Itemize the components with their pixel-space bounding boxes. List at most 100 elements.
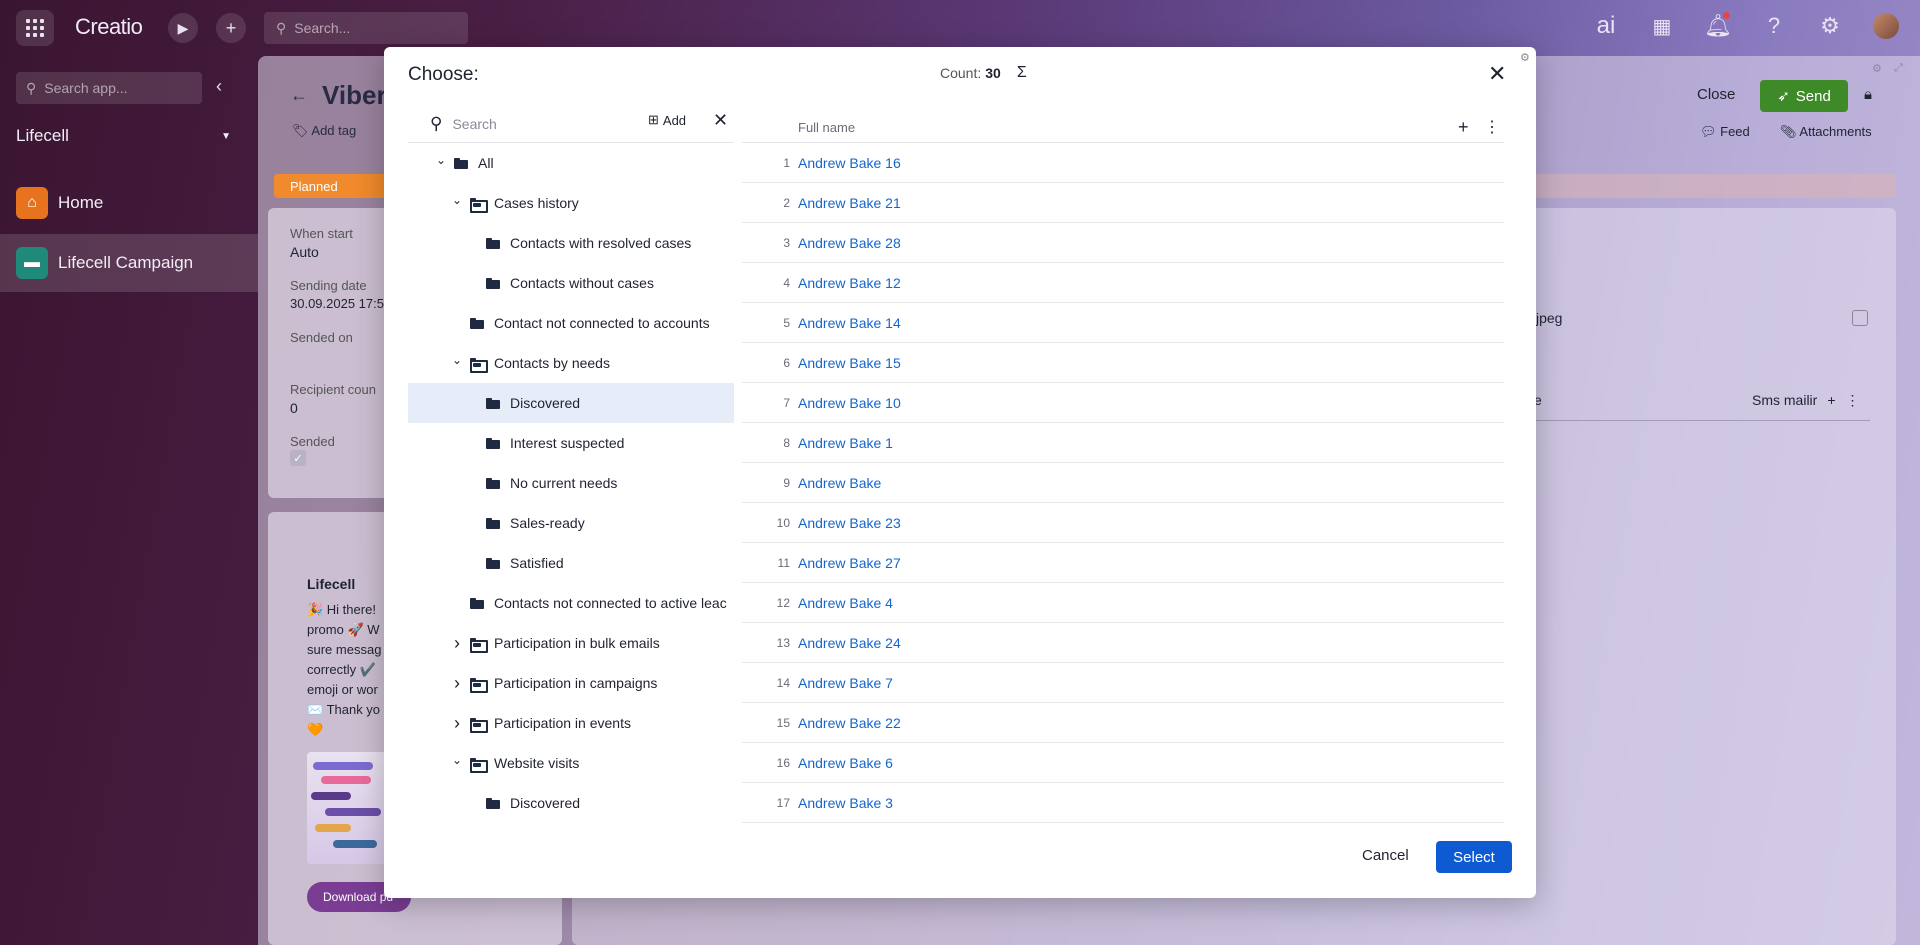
- folder-tree-item[interactable]: Sales-ready: [408, 503, 734, 543]
- table-row[interactable]: 16 Andrew Bake 6: [742, 743, 1504, 783]
- table-row[interactable]: 3 Andrew Bake 28: [742, 223, 1504, 263]
- column-header-full-name[interactable]: Full name: [798, 120, 855, 135]
- table-row[interactable]: 14 Andrew Bake 7: [742, 663, 1504, 703]
- contact-name-link[interactable]: Andrew Bake 12: [798, 275, 901, 291]
- dialog-settings-icon[interactable]: ⚙: [1520, 51, 1530, 64]
- folder-tree-item[interactable]: Contacts not connected to active leac: [408, 583, 734, 623]
- feed-tab[interactable]: 💬︎ Feed: [1700, 124, 1750, 140]
- chevron-down-icon[interactable]: ⌄: [450, 753, 464, 767]
- back-arrow-icon[interactable]: ←: [290, 85, 308, 106]
- close-folders-icon[interactable]: ✕: [713, 110, 728, 131]
- global-search-input[interactable]: ⚲ Search...: [264, 12, 468, 44]
- send-button[interactable]: ➶ Send: [1760, 80, 1848, 112]
- contact-name-link[interactable]: Andrew Bake 6: [798, 755, 893, 771]
- folder-tree-item[interactable]: Contacts without cases: [408, 263, 734, 303]
- folder-tree-item[interactable]: Contact not connected to accounts: [408, 303, 734, 343]
- lock-icon[interactable]: 🔒︎: [1864, 86, 1872, 103]
- table-row[interactable]: 9 Andrew Bake: [742, 463, 1504, 503]
- table-row[interactable]: 12 Andrew Bake 4: [742, 583, 1504, 623]
- folder-tree-item[interactable]: Interest suspected: [408, 423, 734, 463]
- chevron-down-icon[interactable]: ⌄: [450, 353, 464, 367]
- contact-name-link[interactable]: Andrew Bake 14: [798, 315, 901, 331]
- table-row[interactable]: 15 Andrew Bake 22: [742, 703, 1504, 743]
- sended-checkbox[interactable]: ✓: [290, 450, 306, 466]
- bell-icon[interactable]: 🔔︎: [1704, 12, 1732, 40]
- chevron-down-icon[interactable]: ⌄: [434, 153, 448, 167]
- table-row[interactable]: 4 Andrew Bake 12: [742, 263, 1504, 303]
- sidebar-item-home[interactable]: ⌂ Home: [0, 174, 258, 232]
- table-row[interactable]: 5 Andrew Bake 14: [742, 303, 1504, 343]
- close-page-button[interactable]: Close: [1697, 86, 1735, 103]
- add-column-icon[interactable]: +: [1458, 117, 1469, 138]
- table-row[interactable]: 2 Andrew Bake 21: [742, 183, 1504, 223]
- contact-name-link[interactable]: Andrew Bake 27: [798, 555, 901, 571]
- file-action-icon[interactable]: [1852, 310, 1868, 326]
- folder-tree-item[interactable]: Discovered: [408, 783, 734, 823]
- chevron-right-icon[interactable]: ›: [450, 673, 464, 694]
- contact-name-link[interactable]: Andrew Bake 28: [798, 235, 901, 251]
- ai-icon[interactable]: ai: [1592, 12, 1620, 40]
- more-vertical-icon[interactable]: ⋮: [1484, 117, 1500, 137]
- attachment-file-name[interactable]: jpeg: [1536, 310, 1562, 326]
- contact-name-link[interactable]: Andrew Bake 7: [798, 675, 893, 691]
- help-icon[interactable]: ?: [1760, 12, 1788, 40]
- apps-icon[interactable]: ▦: [1648, 12, 1676, 40]
- contact-name-link[interactable]: Andrew Bake 21: [798, 195, 901, 211]
- table-row[interactable]: 1 Andrew Bake 16: [742, 143, 1504, 183]
- table-row[interactable]: 10 Andrew Bake 23: [742, 503, 1504, 543]
- gear-icon[interactable]: ⚙: [1816, 12, 1844, 40]
- cancel-button[interactable]: Cancel: [1362, 847, 1409, 864]
- contact-name-link[interactable]: Andrew Bake 24: [798, 635, 901, 651]
- folder-label: Participation in bulk emails: [494, 635, 660, 651]
- folder-tree-item[interactable]: › Participation in campaigns: [408, 663, 734, 703]
- sidebar-item-lifecell-campaign[interactable]: ▬ Lifecell Campaign: [0, 234, 258, 292]
- contact-name-link[interactable]: Andrew Bake 3: [798, 795, 893, 811]
- folder-tree-item[interactable]: ⌄ Website visits: [408, 743, 734, 783]
- folder-tree-item[interactable]: Satisfied: [408, 543, 734, 583]
- folder-tree-item[interactable]: Discovered: [408, 383, 734, 423]
- run-process-button[interactable]: ▶: [168, 13, 198, 43]
- attachments-tab[interactable]: 📎︎ Attachments: [1780, 124, 1872, 140]
- apps-menu-button[interactable]: [16, 10, 54, 46]
- contact-name-link[interactable]: Andrew Bake 4: [798, 595, 893, 611]
- contact-name-link[interactable]: Andrew Bake 15: [798, 355, 901, 371]
- table-row[interactable]: 11 Andrew Bake 27: [742, 543, 1504, 583]
- contact-name-link[interactable]: Andrew Bake 16: [798, 155, 901, 171]
- folder-tree-item[interactable]: No current needs: [408, 463, 734, 503]
- chevron-right-icon[interactable]: ›: [450, 713, 464, 734]
- expand-icon[interactable]: ⤢: [1894, 62, 1903, 75]
- folder-tree-item[interactable]: ⌄ Contacts by needs: [408, 343, 734, 383]
- folder-tree-item[interactable]: ⌄ Cases history: [408, 183, 734, 223]
- chevron-right-icon[interactable]: ›: [450, 633, 464, 654]
- contact-name-link[interactable]: Andrew Bake 23: [798, 515, 901, 531]
- contact-name-link[interactable]: Andrew Bake: [798, 475, 881, 491]
- folder-tree-item[interactable]: Contacts with resolved cases: [408, 223, 734, 263]
- sigma-icon[interactable]: Σ: [1017, 64, 1027, 82]
- chevron-down-icon[interactable]: ⌄: [450, 193, 464, 207]
- close-icon[interactable]: ✕: [1488, 61, 1506, 87]
- more-vertical-icon[interactable]: ⋮: [1846, 392, 1860, 409]
- status-badge[interactable]: Planned: [274, 174, 386, 198]
- folder-tree-item[interactable]: › Participation in events: [408, 703, 734, 743]
- table-row[interactable]: 6 Andrew Bake 15: [742, 343, 1504, 383]
- contact-name-link[interactable]: Andrew Bake 22: [798, 715, 901, 731]
- select-button[interactable]: Select: [1436, 841, 1512, 873]
- folder-tree-item[interactable]: › Participation in bulk emails: [408, 623, 734, 663]
- row-number: 8: [783, 435, 790, 450]
- table-row[interactable]: 17 Andrew Bake 3: [742, 783, 1504, 823]
- add-folder-button[interactable]: ⊞ Add: [648, 112, 686, 128]
- plus-icon[interactable]: +: [1827, 392, 1835, 409]
- contact-name-link[interactable]: Andrew Bake 1: [798, 435, 893, 451]
- collapse-sidebar-icon[interactable]: ‹: [216, 76, 222, 97]
- table-row[interactable]: 7 Andrew Bake 10: [742, 383, 1504, 423]
- settings-small-icon[interactable]: ⚙: [1872, 62, 1882, 75]
- add-tag-button[interactable]: 🏷︎ Add tag: [292, 123, 356, 139]
- table-row[interactable]: 8 Andrew Bake 1: [742, 423, 1504, 463]
- contact-name-link[interactable]: Andrew Bake 10: [798, 395, 901, 411]
- app-search-input[interactable]: ⚲ Search app...: [16, 72, 202, 104]
- avatar[interactable]: [1872, 12, 1900, 40]
- table-row[interactable]: 13 Andrew Bake 24: [742, 623, 1504, 663]
- folder-tree-item[interactable]: ⌄ All: [408, 143, 734, 183]
- create-button[interactable]: +: [216, 13, 246, 43]
- workspace-selector[interactable]: Lifecell ▼: [16, 126, 231, 146]
